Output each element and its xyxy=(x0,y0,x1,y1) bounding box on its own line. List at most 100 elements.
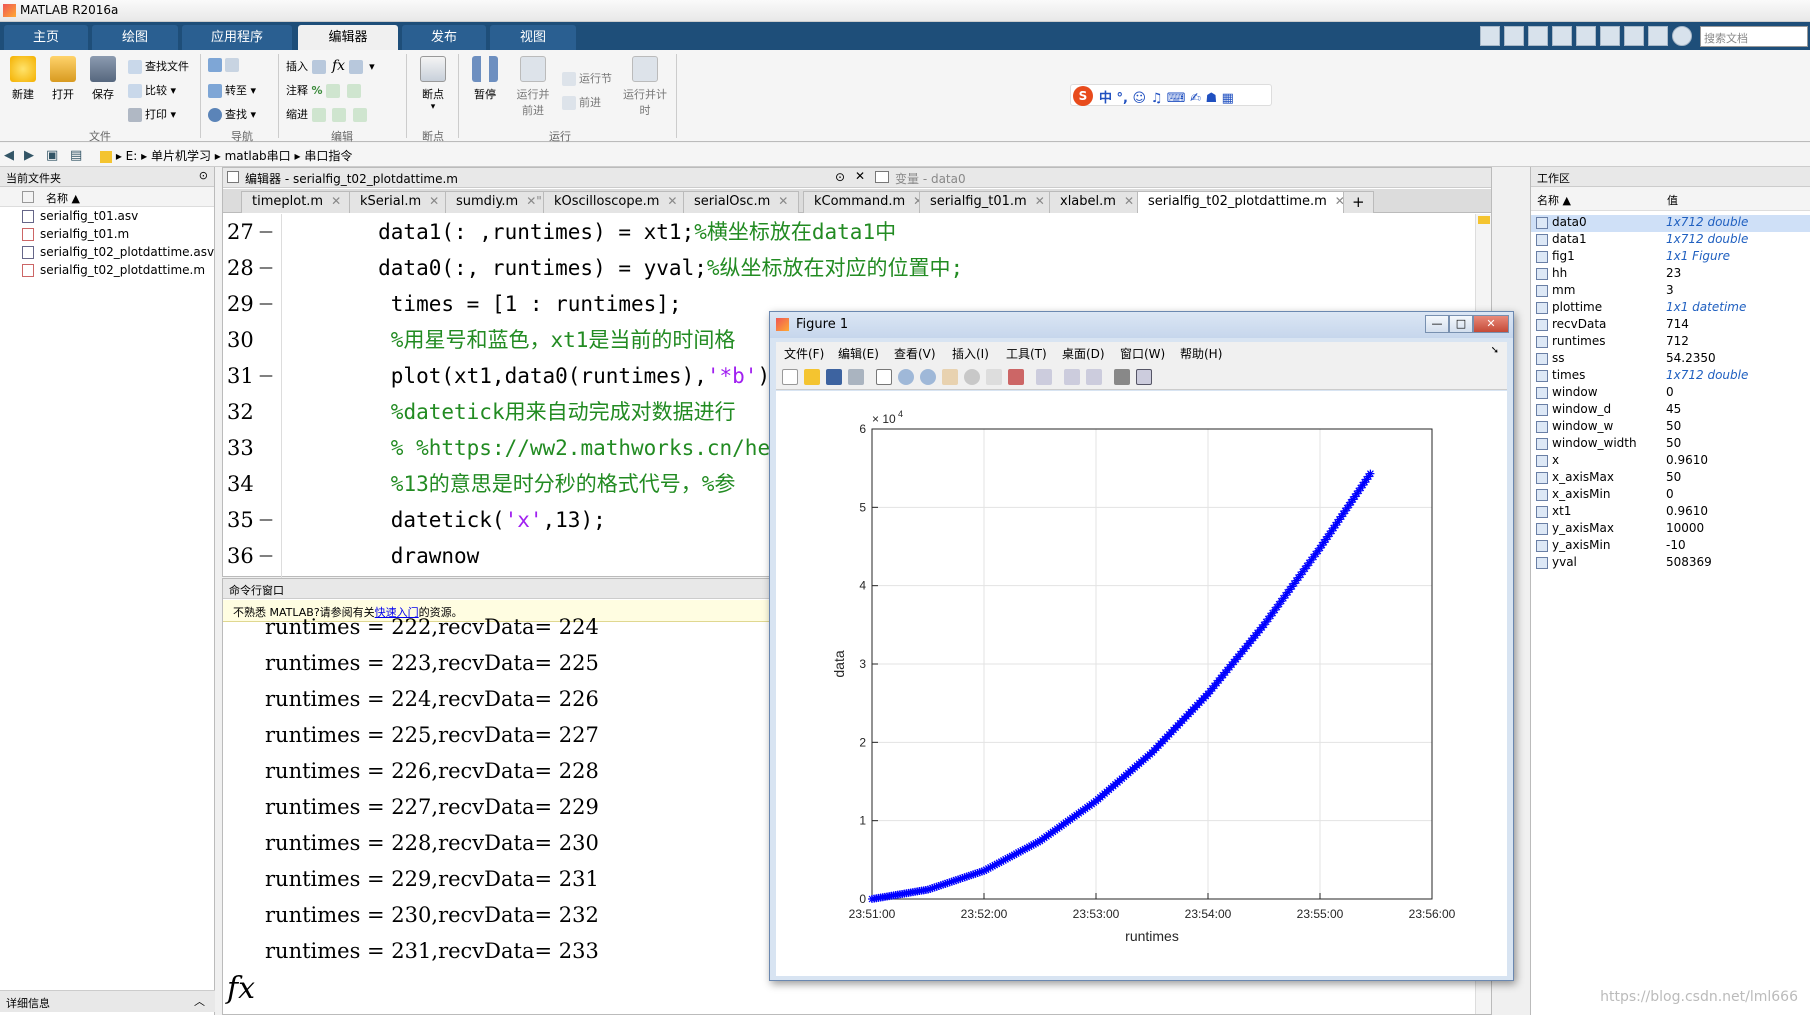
fx-prompt-icon[interactable]: fx xyxy=(227,971,255,1006)
show-plot-tools-icon[interactable] xyxy=(1136,369,1152,385)
save-button[interactable]: 保存 xyxy=(86,56,120,102)
zoom-out-icon[interactable] xyxy=(920,369,936,385)
find-files-button[interactable]: 查找文件 xyxy=(128,58,189,74)
paste-quick-icon[interactable] xyxy=(1576,26,1596,46)
fx-icon[interactable]: fx xyxy=(332,58,345,74)
workspace-variable-row[interactable]: mm 3 xyxy=(1531,283,1810,300)
breakpoint-marker[interactable]: — xyxy=(259,286,273,322)
workspace-variable-row[interactable]: y_axisMax 10000 xyxy=(1531,521,1810,538)
menu-window[interactable]: 窗口(W) xyxy=(1120,345,1165,362)
run-and-time-button[interactable]: 运行并计时 xyxy=(622,56,668,118)
tab-apps[interactable]: 应用程序 xyxy=(182,25,292,50)
back-icon[interactable]: ◀ xyxy=(4,148,14,163)
workspace-variable-row[interactable]: plottime 1x1 datetime xyxy=(1531,300,1810,317)
breadcrumb-item[interactable]: 串口指令 xyxy=(304,149,352,163)
workspace-variable-row[interactable]: window_width 50 xyxy=(1531,436,1810,453)
breakpoint-marker[interactable]: — xyxy=(259,358,273,394)
menu-view[interactable]: 查看(V) xyxy=(894,345,936,362)
chevron-up-icon[interactable]: ︿ xyxy=(194,993,205,1009)
menu-insert[interactable]: 插入(I) xyxy=(952,345,989,362)
undo-quick-icon[interactable] xyxy=(1600,26,1620,46)
comment-button[interactable]: 注释 % xyxy=(286,82,364,98)
close-icon[interactable]: ✕ xyxy=(1035,194,1045,208)
workspace-variable-row[interactable]: data0 1x712 double xyxy=(1531,215,1810,232)
switch-windows-icon[interactable] xyxy=(1648,26,1668,46)
run-and-advance-button[interactable]: 运行并前进 xyxy=(512,56,554,118)
legend-icon[interactable] xyxy=(1086,369,1102,385)
run-section-button[interactable]: 运行节 xyxy=(562,70,612,86)
tab-editor[interactable]: 编辑器 xyxy=(298,25,398,50)
menu-desktop[interactable]: 桌面(D) xyxy=(1062,345,1105,362)
workspace-variable-row[interactable]: data1 1x712 double xyxy=(1531,232,1810,249)
minimize-button[interactable]: — xyxy=(1425,315,1449,333)
workspace-variable-row[interactable]: ss 54.2350 xyxy=(1531,351,1810,368)
breakpoint-marker[interactable]: — xyxy=(259,214,273,250)
column-header-name[interactable]: 名称 ▲ xyxy=(0,187,214,207)
menu-dock-icon[interactable]: ➘ xyxy=(1491,345,1499,356)
save-figure-icon[interactable] xyxy=(826,369,842,385)
help-icon[interactable] xyxy=(1672,26,1692,46)
maximize-button[interactable]: □ xyxy=(1449,315,1473,333)
pan-icon[interactable] xyxy=(942,369,958,385)
new-figure-icon[interactable] xyxy=(782,369,798,385)
plot-axes[interactable]: 23:51:00 23:52:00 23:53:00 23:54:00 23:55:00… xyxy=(776,391,1507,976)
print-button[interactable]: 打印 ▾ xyxy=(128,106,176,122)
code-line[interactable]: 27— data1(: ,runtimes) = xt1;%横坐标放在data1… xyxy=(223,214,1491,250)
tab-view[interactable]: 视图 xyxy=(490,25,576,50)
redo-quick-icon[interactable] xyxy=(1624,26,1644,46)
file-item[interactable]: serialfig_t01.m xyxy=(0,225,214,243)
breadcrumb-drive[interactable]: E: xyxy=(126,149,138,163)
open-file-icon[interactable] xyxy=(804,369,820,385)
up-folder-icon[interactable]: ▣ xyxy=(46,148,58,163)
close-button[interactable]: ✕ xyxy=(1473,315,1509,333)
zoom-in-icon[interactable] xyxy=(898,369,914,385)
editor-tab[interactable]: timeplot.m ✕ xyxy=(241,191,353,213)
advance-button[interactable]: 前进 xyxy=(562,94,601,110)
workspace-variable-row[interactable]: window 0 xyxy=(1531,385,1810,402)
editor-tab[interactable]: kSerial.m ✕ xyxy=(349,191,451,213)
workspace-variable-row[interactable]: x_axisMax 50 xyxy=(1531,470,1810,487)
tab-home[interactable]: 主页 xyxy=(4,25,88,50)
workspace-variable-row[interactable]: window_w 50 xyxy=(1531,419,1810,436)
workspace-variable-row[interactable]: x_axisMin 0 xyxy=(1531,487,1810,504)
breakpoint-marker[interactable]: — xyxy=(259,502,273,538)
details-panel-header[interactable]: 详细信息 ︿ xyxy=(0,990,215,1012)
compare-button[interactable]: 比较 ▾ xyxy=(128,82,176,98)
search-docs-input[interactable]: 搜索文档 xyxy=(1700,26,1808,47)
column-header-value[interactable]: 值 xyxy=(1667,192,1678,208)
copy-quick-icon[interactable] xyxy=(1552,26,1572,46)
editor-close-icon[interactable]: ✕ xyxy=(855,169,865,183)
menu-edit[interactable]: 编辑(E) xyxy=(838,345,879,362)
close-icon[interactable]: ✕ xyxy=(429,194,439,208)
menu-help[interactable]: 帮助(H) xyxy=(1180,345,1222,362)
workspace-variable-row[interactable]: hh 23 xyxy=(1531,266,1810,283)
hide-plot-tools-icon[interactable] xyxy=(1114,369,1130,385)
close-icon[interactable]: ✕ xyxy=(1124,194,1134,208)
breadcrumb-item[interactable]: matlab串口 xyxy=(225,149,291,163)
workspace-variable-row[interactable]: x 0.9610 xyxy=(1531,453,1810,470)
colorbar-icon[interactable] xyxy=(1064,369,1080,385)
tab-publish[interactable]: 发布 xyxy=(402,25,486,50)
file-item[interactable]: serialfig_t02_plotdattime.m xyxy=(0,261,214,279)
open-button[interactable]: 打开 xyxy=(46,56,80,102)
workspace-variable-row[interactable]: fig1 1x1 Figure xyxy=(1531,249,1810,266)
rotate-3d-icon[interactable] xyxy=(964,369,980,385)
menu-file[interactable]: 文件(F) xyxy=(784,345,824,362)
close-icon[interactable]: ✕ xyxy=(331,194,341,208)
add-tab-button[interactable]: + xyxy=(1343,191,1374,213)
close-icon[interactable]: ✕ xyxy=(778,194,788,208)
workspace-variable-row[interactable]: y_axisMin -10 xyxy=(1531,538,1810,555)
print-figure-icon[interactable] xyxy=(848,369,864,385)
pause-button[interactable]: 暂停 xyxy=(466,56,504,102)
code-line[interactable]: 28— data0(:, runtimes) = yval;%纵坐标放在对应的位… xyxy=(223,250,1491,286)
editor-tab-active[interactable]: serialfig_t02_plotdattime.m ✕ xyxy=(1137,191,1356,213)
forward-icon[interactable]: ▶ xyxy=(24,148,34,163)
data-cursor-icon[interactable] xyxy=(986,369,1002,385)
workspace-variable-row[interactable]: times 1x712 double xyxy=(1531,368,1810,385)
variables-header[interactable]: 变量 - data0 xyxy=(895,170,966,187)
back-forward-buttons[interactable] xyxy=(208,58,242,72)
save-quick-icon[interactable] xyxy=(1504,26,1524,46)
column-header-name[interactable]: 名称 ▲ xyxy=(1537,194,1571,207)
goto-button[interactable]: 转至 ▾ xyxy=(208,82,256,98)
tab-plots[interactable]: 绘图 xyxy=(92,25,178,50)
